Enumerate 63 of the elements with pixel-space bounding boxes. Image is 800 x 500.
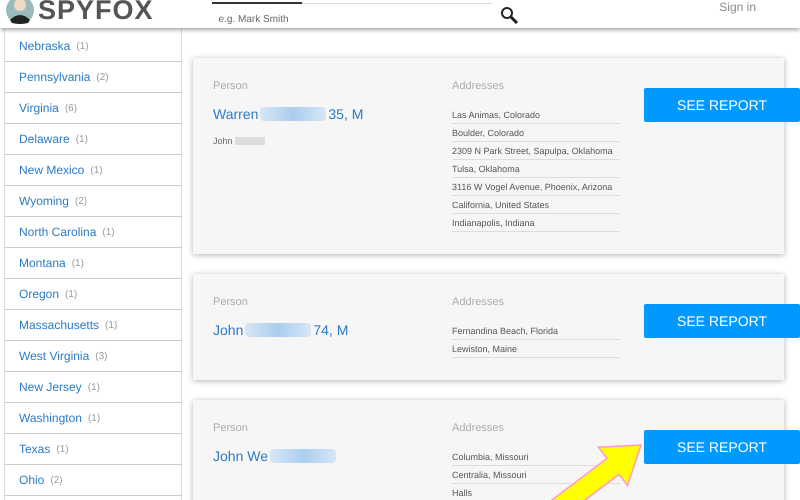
result-count: (1) — [90, 164, 103, 176]
result-count: (2) — [96, 72, 109, 82]
result-count: (1) — [88, 412, 100, 424]
address-item: Las Animas, Colorado — [452, 106, 620, 124]
avatar-icon — [6, 0, 34, 24]
state-link[interactable]: Ohio — [19, 473, 44, 487]
result-count: (1) — [88, 382, 100, 392]
address-item: Tulsa, Oklahoma — [452, 160, 620, 178]
state-link[interactable]: Wyoming — [19, 194, 69, 208]
person-name[interactable]: John We — [213, 448, 268, 464]
sign-in-link[interactable]: Sign in — [719, 1, 756, 13]
person-age: 35, M — [328, 106, 364, 122]
see-report-button[interactable]: SEE REPORT — [644, 88, 800, 122]
addresses-label: Addresses — [452, 422, 505, 434]
result-count: (3) — [95, 350, 108, 362]
state-link[interactable]: Montana — [19, 256, 66, 270]
result-count: (1) — [72, 258, 84, 268]
result-count: (1) — [102, 226, 115, 238]
state-link[interactable]: Oregon — [19, 287, 60, 301]
person-label: Person — [213, 296, 249, 308]
state-link[interactable]: West Virginia — [19, 349, 90, 363]
result-count: (1) — [76, 134, 88, 144]
redacted-block — [234, 137, 265, 145]
address-item: Indianapolis, Indiana — [452, 214, 620, 232]
state-link[interactable]: Virginia — [19, 101, 59, 115]
address-item: California, United States — [452, 196, 620, 214]
address-item: 2309 N Park Street, Sapulpa, Oklahoma — [452, 142, 620, 160]
state-link[interactable]: North Carolina — [19, 225, 96, 239]
address-item: Boulder, Colorado — [452, 124, 620, 142]
result-count: (1) — [105, 320, 118, 330]
see-report-button[interactable]: SEE REPORT — [644, 430, 800, 464]
state-link[interactable]: New Jersey — [19, 380, 82, 394]
result-count: (1) — [65, 288, 78, 300]
addresses-label: Addresses — [452, 296, 505, 308]
search-field[interactable]: e.g. Mark Smith — [212, 14, 459, 24]
address-item: 3116 W Vogel Avenue, Phoenix, Arizona — [452, 178, 620, 196]
person-age: 74, M — [313, 322, 348, 338]
state-link[interactable]: Massachusetts — [19, 318, 100, 332]
state-link[interactable]: Pennsylvania — [19, 70, 90, 84]
state-link[interactable]: Washington — [19, 411, 82, 425]
state-link[interactable]: Delaware — [19, 132, 70, 146]
result-count: (1) — [76, 40, 89, 52]
person-label: Person — [213, 80, 249, 92]
person-name[interactable]: John — [213, 322, 244, 338]
redacted-block — [245, 323, 312, 337]
redacted-block — [270, 449, 336, 463]
see-report-button[interactable]: SEE REPORT — [644, 304, 800, 338]
result-count: (6) — [64, 102, 78, 114]
redacted-block — [260, 107, 326, 121]
result-count: (2) — [74, 196, 88, 206]
addresses-label: Addresses — [452, 80, 505, 92]
state-link[interactable]: Texas — [19, 442, 50, 456]
result-count: (1) — [56, 444, 69, 454]
address-item: Fernandina Beach, Florida — [452, 322, 620, 340]
state-link[interactable]: Nebraska — [19, 39, 70, 53]
result-count: (2) — [50, 474, 63, 486]
person-name[interactable]: Warren — [213, 106, 258, 122]
person-label: Person — [213, 422, 249, 434]
logo[interactable]: SPYFOX — [38, 0, 154, 24]
relative-name: John — [213, 136, 233, 146]
state-link[interactable]: New Mexico — [19, 163, 84, 177]
address-item: Lewiston, Maine — [452, 340, 620, 358]
search-icon[interactable] — [500, 6, 518, 24]
